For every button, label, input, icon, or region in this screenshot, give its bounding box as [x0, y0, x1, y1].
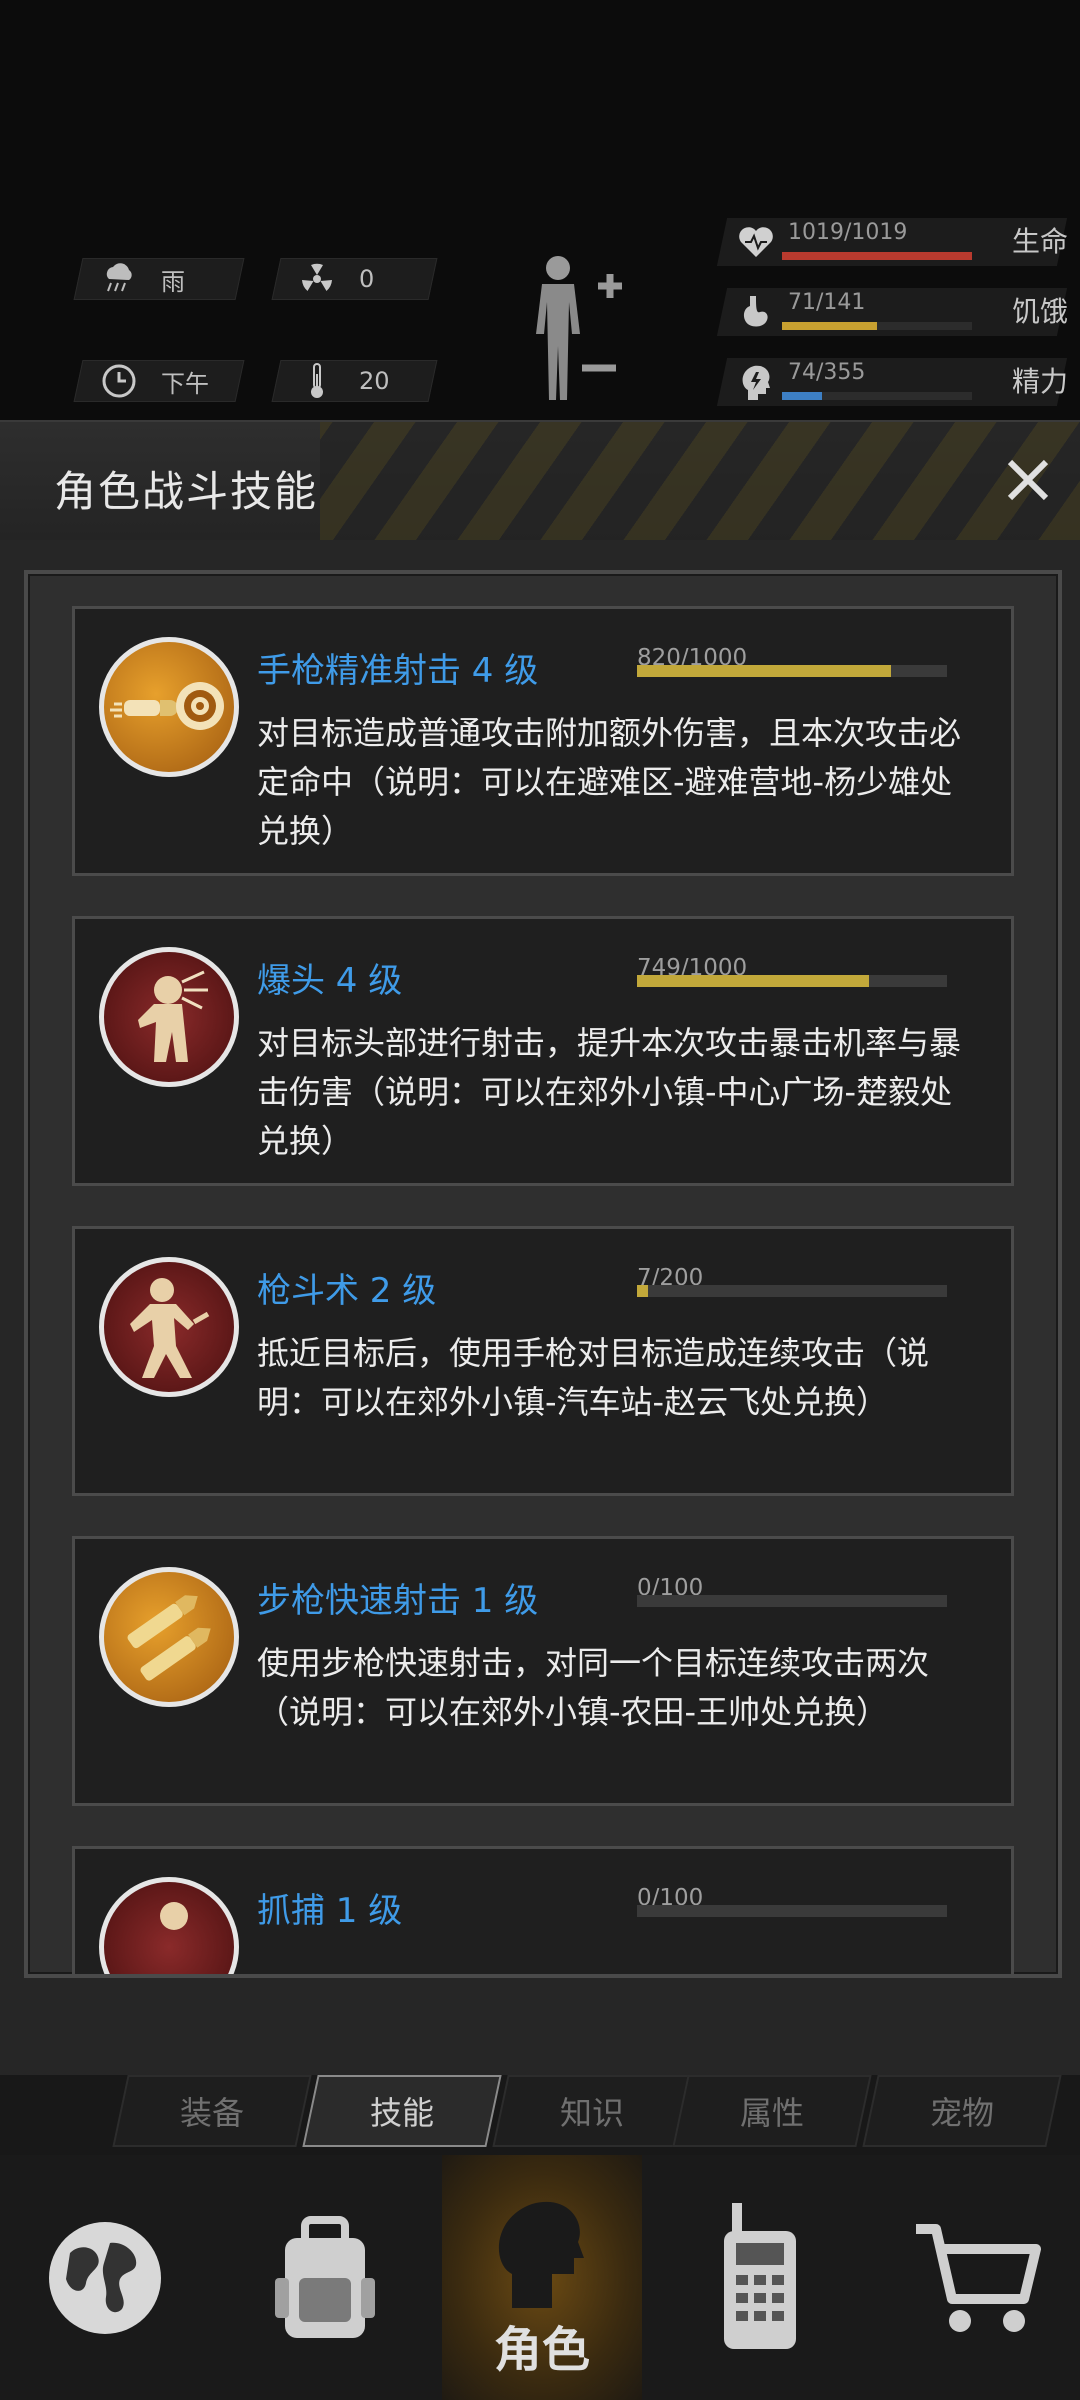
temperature-value: 20: [359, 367, 390, 395]
skill-description: 抵近目标后，使用手枪对目标造成连续攻击（说明：可以在郊外小镇-汽车站-赵云飞处兑…: [257, 1334, 930, 1421]
skill-name: 手枪精准射击 4 级: [257, 651, 539, 691]
hunger-fill: [782, 322, 877, 330]
stomach-icon: [743, 296, 768, 327]
close-button[interactable]: [998, 450, 1058, 510]
nav-shop[interactable]: [878, 2155, 1078, 2400]
skill-progress-bar: [637, 1285, 947, 1297]
skill-description: 使用步枪快速射击，对同一个目标连续攻击两次（说明：可以在郊外小镇-农田-王帅处兑…: [257, 1644, 930, 1731]
skill-card-headshot[interactable]: 爆头 4 级 749/1000 对目标头部进行射击，提升本次攻击暴击机率与暴击伤…: [72, 916, 1014, 1186]
vital-energy: 74/355 精力: [716, 354, 1068, 410]
nav-map[interactable]: [5, 2155, 205, 2400]
tab-attributes[interactable]: 属性: [672, 2075, 872, 2147]
health-label: 生命: [1011, 225, 1068, 258]
backpack-icon: [275, 2215, 375, 2338]
tab-pets[interactable]: 宠物: [862, 2075, 1062, 2147]
nav-character[interactable]: 角色: [442, 2155, 642, 2400]
tab-knowledge[interactable]: 知识: [492, 2075, 692, 2147]
skill-list[interactable]: 手枪精准射击 4 级 820/1000 对目标造成普通攻击附加额外伤害，且本次攻…: [24, 570, 1062, 1978]
panel-header: 角色战斗技能: [0, 422, 1080, 540]
skill-name: 步枪快速射击 1 级: [257, 1581, 539, 1621]
skill-progress-bar: [637, 1595, 947, 1607]
vital-health: 1019/1019 生命: [716, 214, 1068, 270]
close-icon: [1007, 459, 1049, 501]
tab-equipment[interactable]: 装备: [112, 2075, 312, 2147]
status-radiation: 0: [271, 258, 438, 300]
health-value: 1019/1019: [788, 220, 908, 245]
energy-fill: [782, 392, 822, 400]
skill-card-gun-kata[interactable]: 枪斗术 2 级 7/200 抵近目标后，使用手枪对目标造成连续攻击（说明：可以在…: [72, 1226, 1014, 1496]
skill-description: 对目标造成普通攻击附加额外伤害，且本次攻击必定命中（说明：可以在避难区-避难营地…: [257, 714, 962, 850]
nav-radio[interactable]: [660, 2155, 860, 2400]
globe-icon: [49, 2221, 161, 2334]
body-status-button[interactable]: [520, 250, 630, 410]
skill-name: 抓捕 1 级: [257, 1891, 403, 1931]
health-fill: [782, 252, 972, 260]
skill-progress-bar: [637, 665, 947, 677]
skill-progress-bar: [637, 1905, 947, 1917]
energy-label: 精力: [1011, 365, 1068, 398]
hunger-label: 饥饿: [1011, 295, 1068, 328]
clock-icon: [101, 363, 137, 399]
nav-backpack[interactable]: [225, 2155, 425, 2400]
status-weather: 雨: [73, 258, 245, 300]
capture-icon: [99, 1877, 239, 1974]
character-sub-tabs: 装备 技能 知识 属性 宠物: [0, 2075, 1080, 2155]
thermometer-icon: [299, 363, 335, 399]
time-value: 下午: [161, 369, 209, 398]
hunger-value: 71/141: [788, 290, 866, 315]
status-temperature: 20: [271, 360, 438, 402]
status-time: 下午: [73, 360, 245, 402]
skill-name: 爆头 4 级: [257, 961, 403, 1001]
skill-card-capture[interactable]: 抓捕 1 级 0/100: [72, 1846, 1014, 1974]
nav-character-label: 角色: [493, 2322, 590, 2378]
radiation-icon: [299, 261, 335, 297]
vital-hunger: 71/141 饥饿: [716, 284, 1068, 340]
bottom-nav: 角色: [0, 2155, 1080, 2400]
radiation-value: 0: [359, 265, 375, 293]
skill-name: 枪斗术 2 级: [257, 1271, 437, 1311]
weather-value: 雨: [161, 267, 185, 296]
combat-skills-panel: 角色战斗技能 手枪精准射击 4 级 820/1000 对目标造成普通攻击附加额外…: [0, 420, 1080, 2077]
gun-kata-icon: [99, 1257, 239, 1397]
tab-skills[interactable]: 技能: [302, 2075, 502, 2147]
walkie-talkie-icon: [724, 2202, 796, 2349]
skill-card-pistol-precision[interactable]: 手枪精准射击 4 级 820/1000 对目标造成普通攻击附加额外伤害，且本次攻…: [72, 606, 1014, 876]
pistol-bullet-target-icon: [99, 637, 239, 777]
character-head-icon: [498, 2201, 584, 2308]
energy-value: 74/355: [788, 360, 866, 385]
human-body-icon: [536, 256, 622, 400]
skill-description: 对目标头部进行射击，提升本次攻击暴击机率与暴击伤害（说明：可以在郊外小镇-中心广…: [257, 1024, 962, 1160]
rain-cloud-icon: [101, 261, 137, 297]
rifle-bullets-icon: [99, 1567, 239, 1707]
panel-title: 角色战斗技能: [54, 467, 319, 516]
headshot-icon: [99, 947, 239, 1087]
heart-icon: [739, 227, 773, 257]
skill-progress-bar: [637, 975, 947, 987]
shopping-cart-icon: [916, 2223, 1041, 2332]
skill-card-rifle-rapid-fire[interactable]: 步枪快速射击 1 级 0/100 使用步枪快速射击，对同一个目标连续攻击两次（说…: [72, 1536, 1014, 1806]
energy-head-icon: [742, 365, 770, 400]
